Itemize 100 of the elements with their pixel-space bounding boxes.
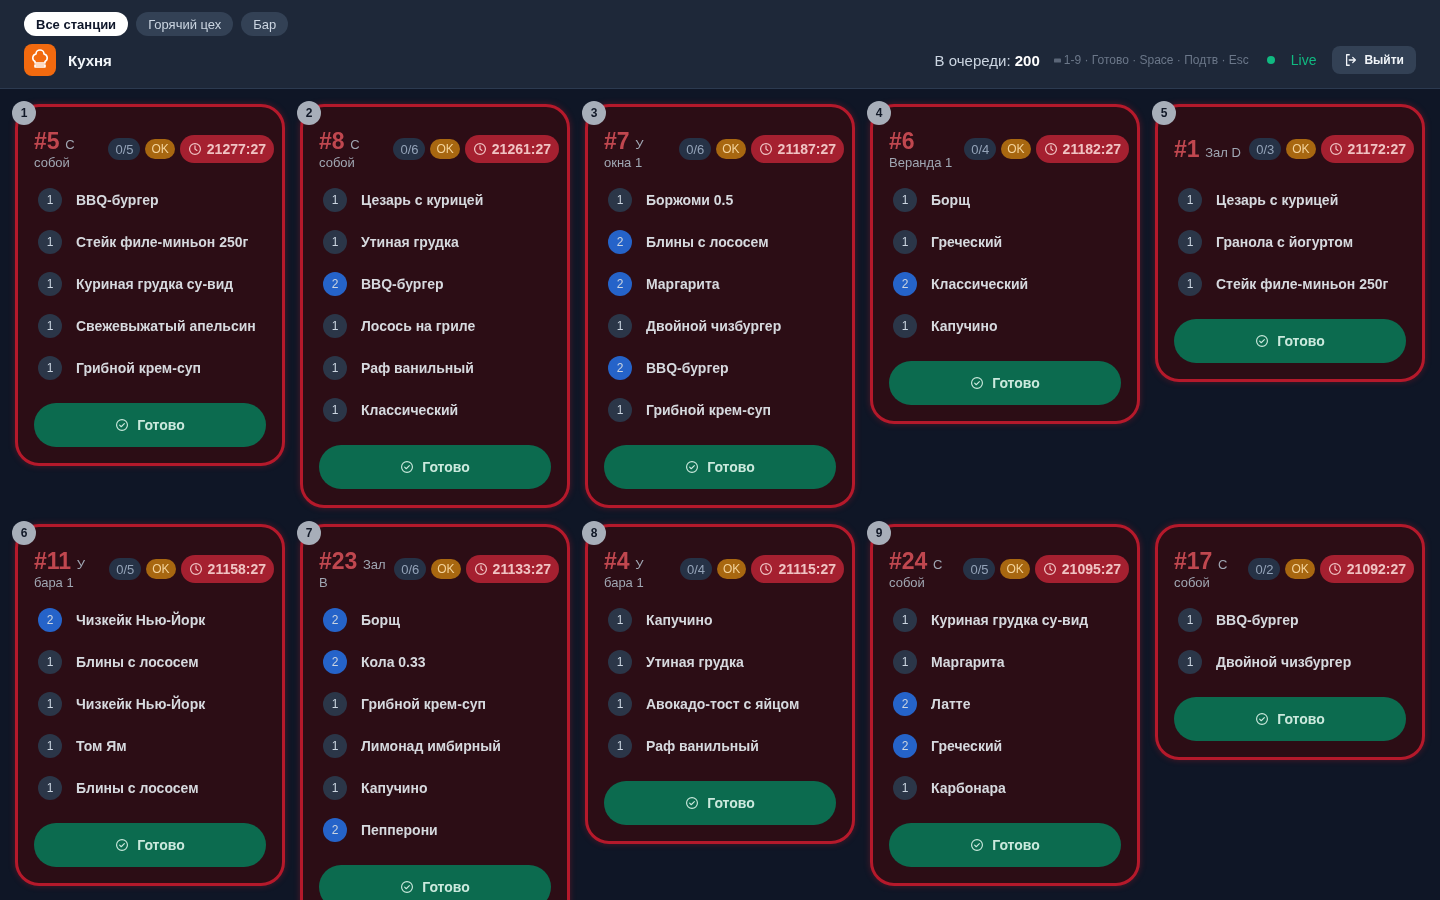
item-name: Свежевыжатый апельсин xyxy=(76,318,256,334)
item-name: Раф ванильный xyxy=(361,360,474,376)
progress-badge: 0/6 xyxy=(679,138,712,160)
item-name: Капучино xyxy=(931,318,998,334)
progress-badge: 0/4 xyxy=(964,138,997,160)
item-name: Блины с лососем xyxy=(76,654,199,670)
station-title: Кухня xyxy=(68,51,112,69)
hotkey-badge: 1 xyxy=(12,101,36,125)
check-circle-icon xyxy=(400,460,415,474)
item-name: Классический xyxy=(931,276,1029,292)
item-name: Грибной крем-суп xyxy=(76,360,201,376)
quantity-badge: 2 xyxy=(323,272,347,296)
check-circle-icon xyxy=(400,880,415,894)
timer-badge: 21158:27 xyxy=(180,555,274,583)
quantity-badge: 1 xyxy=(893,230,917,254)
hotkey-badge: 7 xyxy=(297,521,321,545)
station-tab[interactable]: Все станции xyxy=(24,12,129,36)
quantity-badge: 2 xyxy=(323,818,347,842)
quantity-badge: 1 xyxy=(608,188,632,212)
hotkey-badge: 5 xyxy=(1152,101,1176,125)
status-badge: OK xyxy=(146,559,176,579)
quantity-badge: 1 xyxy=(608,650,632,674)
item-name: Блины с лососем xyxy=(646,234,769,250)
item-name: Капучино xyxy=(646,612,713,628)
quantity-badge: 1 xyxy=(1178,608,1202,632)
quantity-badge: 1 xyxy=(38,314,62,338)
timer-badge: 21172:27 xyxy=(1320,135,1414,163)
done-button[interactable]: Готово xyxy=(1174,697,1406,741)
timer-badge: 21187:27 xyxy=(750,135,844,163)
timer-badge: 21133:27 xyxy=(465,555,559,583)
done-button[interactable]: Готово xyxy=(319,445,551,489)
item-name: Чизкейк Нью-Йорк xyxy=(76,696,206,712)
quantity-badge: 1 xyxy=(608,692,632,716)
timer-badge: 21182:27 xyxy=(1035,135,1129,163)
quantity-badge: 1 xyxy=(38,356,62,380)
quantity-badge: 1 xyxy=(1178,272,1202,296)
item-name: Том Ям xyxy=(76,738,127,754)
done-button[interactable]: Готово xyxy=(319,865,551,900)
item-name: BBQ-бургер xyxy=(646,360,729,376)
item-name: Гранола с йогуртом xyxy=(1216,234,1353,250)
quantity-badge: 2 xyxy=(893,272,917,296)
logout-button[interactable]: Выйти xyxy=(1332,46,1416,74)
check-circle-icon xyxy=(685,460,700,474)
quantity-badge: 2 xyxy=(893,692,917,716)
hotkey-badge: 8 xyxy=(582,521,606,545)
quantity-badge: 1 xyxy=(38,188,62,212)
quantity-badge: 1 xyxy=(608,314,632,338)
quantity-badge: 2 xyxy=(608,272,632,296)
progress-badge: 0/5 xyxy=(963,558,996,580)
status-badge: OK xyxy=(145,139,175,159)
hotkey-badge: 2 xyxy=(297,101,321,125)
quantity-badge: 1 xyxy=(38,230,62,254)
done-button[interactable]: Готово xyxy=(889,361,1121,405)
item-name: Грибной крем-суп xyxy=(361,696,486,712)
order-title: #4 У бара 1 xyxy=(604,546,645,592)
check-circle-icon xyxy=(115,838,130,852)
order-title: #17 С собой xyxy=(1174,546,1229,592)
quantity-badge: 2 xyxy=(893,734,917,758)
quantity-badge: 2 xyxy=(323,650,347,674)
done-button[interactable]: Готово xyxy=(34,823,266,867)
item-name: Кола 0.33 xyxy=(361,654,426,670)
hotkey-badge: 6 xyxy=(12,521,36,545)
quantity-badge: 1 xyxy=(323,776,347,800)
quantity-badge: 1 xyxy=(1178,650,1202,674)
progress-badge: 0/3 xyxy=(1249,138,1282,160)
timer-badge: 21095:27 xyxy=(1034,555,1129,583)
progress-badge: 0/2 xyxy=(1248,558,1281,580)
item-name: Куриная грудка су-вид xyxy=(931,612,1089,628)
item-name: Двойной чизбургер xyxy=(646,318,782,334)
item-name: Куриная грудка су-вид xyxy=(76,276,234,292)
item-name: Грибной крем-суп xyxy=(646,402,771,418)
done-button[interactable]: Готово xyxy=(604,445,836,489)
quantity-badge: 1 xyxy=(323,188,347,212)
order-title: #8 С собой xyxy=(319,126,361,172)
order-title: #6 Веранда 1 xyxy=(889,126,954,172)
order-title: #23 Зал B xyxy=(319,546,387,592)
check-circle-icon xyxy=(685,796,700,810)
quantity-badge: 1 xyxy=(323,398,347,422)
item-name: BBQ-бургер xyxy=(76,192,159,208)
item-name: Классический xyxy=(361,402,459,418)
quantity-badge: 1 xyxy=(323,734,347,758)
item-name: Раф ванильный xyxy=(646,738,759,754)
order-title: #24 С собой xyxy=(889,546,944,592)
done-button[interactable]: Готово xyxy=(1174,319,1406,363)
done-button[interactable]: Готово xyxy=(889,823,1121,867)
item-name: Маргарита xyxy=(931,654,1005,670)
timer-badge: 21092:27 xyxy=(1319,555,1414,583)
item-name: Стейк филе-миньон 250г xyxy=(1216,276,1389,292)
station-tab[interactable]: Горячий цех xyxy=(136,12,234,36)
station-tab[interactable]: Бар xyxy=(241,12,289,36)
item-name: Боржоми 0.5 xyxy=(646,192,734,208)
order-title: #7 У окна 1 xyxy=(604,126,645,172)
status-badge: OK xyxy=(1285,559,1315,579)
item-name: Греческий xyxy=(931,234,1003,250)
quantity-badge: 1 xyxy=(893,650,917,674)
done-button[interactable]: Готово xyxy=(604,781,836,825)
order-title: #11 У бара 1 xyxy=(34,546,86,592)
done-button[interactable]: Готово xyxy=(34,403,266,447)
item-name: Блины с лососем xyxy=(76,780,199,796)
hotkey-badge: 3 xyxy=(582,101,606,125)
